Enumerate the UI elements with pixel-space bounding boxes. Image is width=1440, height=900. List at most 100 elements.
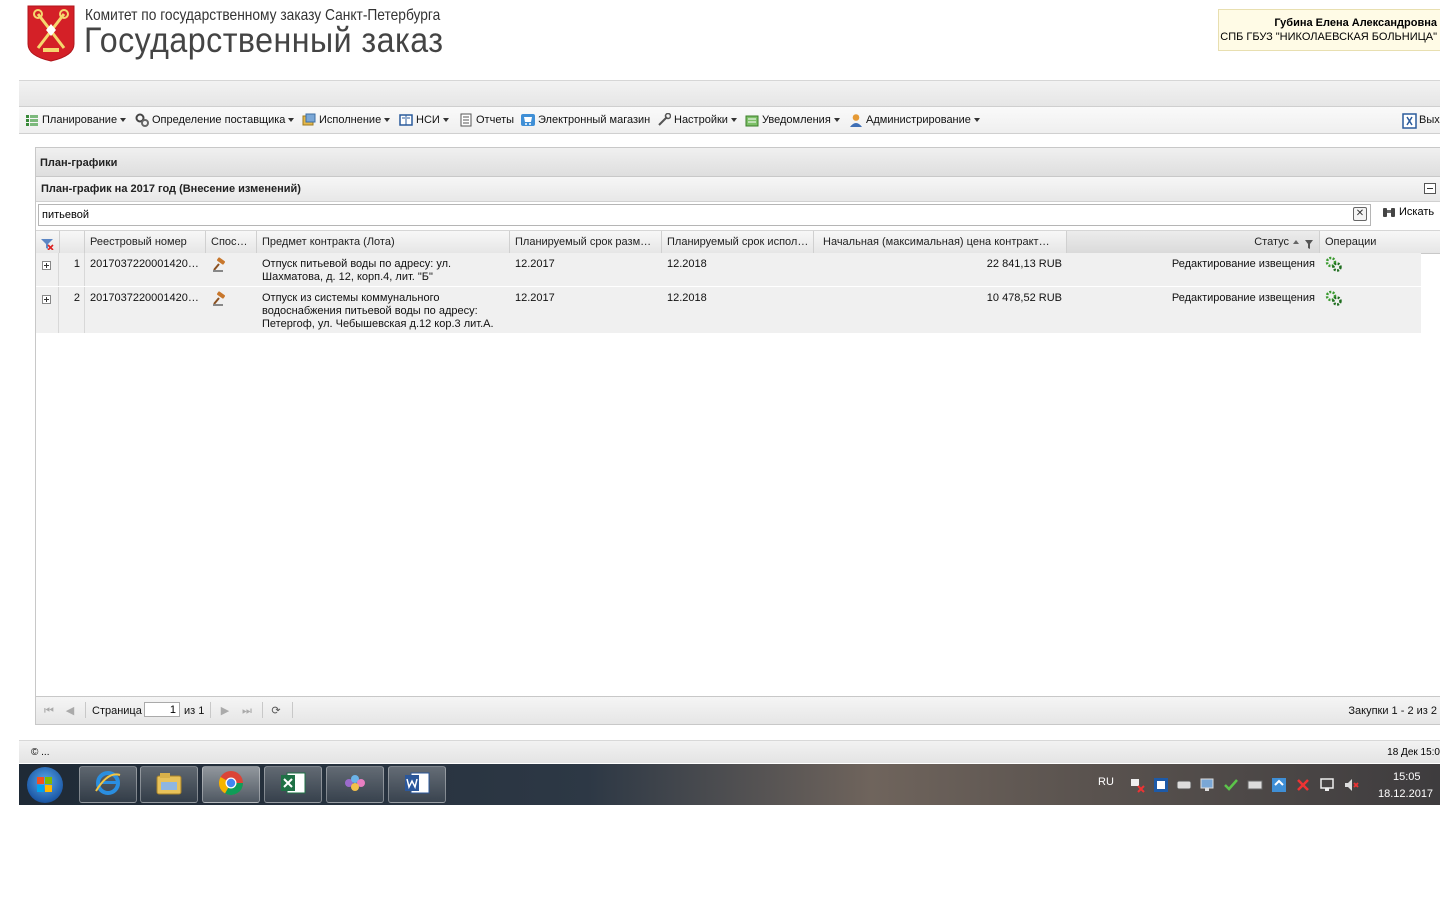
menu-item-reports[interactable]: Отчеты — [459, 112, 514, 128]
refresh-icon[interactable]: ⟳ — [270, 705, 282, 717]
clear-filter-button[interactable] — [36, 231, 60, 253]
taskbar-word[interactable] — [388, 766, 446, 803]
column-header-execution[interactable]: Планируемый срок испол… — [662, 231, 814, 253]
status-text: Редактирование извещения — [1171, 258, 1315, 270]
tray-network-icon[interactable] — [1319, 777, 1335, 793]
status-text: Редактирование извещения — [1171, 292, 1315, 304]
word-icon — [403, 770, 431, 799]
last-page-icon[interactable]: ⏭ — [241, 705, 253, 717]
placement-date: 12.2017 — [515, 258, 555, 270]
language-indicator[interactable]: RU — [1098, 776, 1114, 788]
tray-check-icon[interactable] — [1223, 777, 1239, 793]
tray-update-icon[interactable] — [1271, 777, 1287, 793]
menu-item-notifications[interactable]: Уведомления — [745, 112, 840, 128]
user-name: Губина Елена Александровна — [1274, 17, 1437, 29]
menu-item-label: Определение поставщика — [152, 114, 286, 126]
tray-app-icon[interactable] — [1153, 777, 1169, 793]
menu-item-label: Электронный магазин — [538, 114, 651, 126]
plan-schedules-panel: План-графики План-график на 2017 год (Вн… — [35, 147, 1440, 725]
sort-asc-icon — [1293, 240, 1299, 244]
column-header-status[interactable]: Статус — [1067, 231, 1320, 253]
user-icon — [849, 113, 863, 127]
menu-item-label: Исполнение — [319, 114, 382, 126]
page-number-input[interactable] — [144, 702, 180, 717]
execution-icon — [302, 113, 316, 127]
app-flowers-icon — [341, 771, 369, 798]
subject-line: Отпуск питьевой воды по адресу: ул. — [262, 258, 452, 270]
operations-icon[interactable] — [1325, 290, 1343, 309]
collapse-icon[interactable] — [1424, 183, 1436, 194]
cart-icon — [521, 113, 535, 127]
tray-device-icon[interactable] — [1176, 777, 1192, 793]
column-header-operations[interactable]: Операции — [1320, 231, 1440, 253]
reg-number[interactable]: 2017037220001420… — [90, 292, 199, 304]
tray-action-center-icon[interactable] — [1295, 777, 1311, 793]
menu-item-label: Отчеты — [476, 114, 515, 126]
user-organization: СПБ ГБУЗ "НИКОЛАЕВСКАЯ БОЛЬНИЦА" — [1220, 31, 1437, 43]
contract-price: 10 478,52 RUB — [986, 292, 1062, 304]
column-header-price[interactable]: Начальная (максимальная) цена контракт… — [814, 231, 1067, 253]
search-box: ✕ — [38, 204, 1371, 226]
records-summary: Закупки 1 - 2 из 2 — [1348, 705, 1437, 717]
exit-icon — [1402, 113, 1417, 129]
exit-button[interactable]: Вых — [1402, 112, 1440, 129]
placement-date: 12.2017 — [515, 292, 555, 304]
exit-label: Вых — [1419, 114, 1440, 126]
menu-item-administration[interactable]: Администрирование — [849, 112, 980, 128]
prev-page-icon[interactable]: ◀ — [64, 705, 76, 717]
filter-icon[interactable] — [1304, 236, 1314, 253]
menu-item-planning[interactable]: Планирование — [25, 112, 127, 128]
volume-muted-icon[interactable] — [1343, 777, 1359, 793]
menu-item-supplier[interactable]: Определение поставщика — [135, 112, 295, 128]
tray-monitor-icon[interactable] — [1200, 777, 1216, 793]
table-row[interactable]: 2 2017037220001420… Отпуск из системы ко… — [36, 287, 1421, 334]
table-row[interactable]: 1 2017037220001420… Отпуск питьевой воды… — [36, 253, 1421, 287]
expand-icon[interactable] — [42, 261, 51, 270]
folder-icon — [155, 770, 183, 799]
taskbar-ie[interactable] — [79, 766, 137, 803]
auction-hammer-icon — [212, 257, 228, 276]
notification-icon — [745, 113, 759, 127]
clear-icon[interactable]: ✕ — [1353, 207, 1367, 221]
chevron-down-icon — [730, 118, 737, 122]
menu-item-label: НСИ — [416, 114, 440, 126]
app-title: Государственный заказ — [84, 21, 444, 60]
column-header-subject[interactable]: Предмет контракта (Лота) — [257, 231, 510, 253]
footer-datetime: 18 Дек 15:0 — [1387, 747, 1440, 758]
subpanel-header: План-график на 2017 год (Внесение измене… — [36, 177, 1440, 202]
search-button[interactable]: Искать — [1382, 206, 1434, 218]
tray-keyboard-icon[interactable] — [1247, 777, 1263, 793]
menu-item-eshop[interactable]: Электронный магазин — [521, 112, 650, 128]
taskbar-explorer[interactable] — [140, 766, 198, 803]
first-page-icon[interactable]: ⏮ — [43, 705, 55, 717]
menu-item-settings[interactable]: Настройки — [657, 112, 737, 128]
clock-date[interactable]: 18.12.2017 — [1378, 788, 1433, 800]
column-header-placement[interactable]: Планируемый срок разм… — [510, 231, 662, 253]
menu-item-nsi[interactable]: НСИ — [399, 112, 449, 128]
next-page-icon[interactable]: ▶ — [219, 705, 231, 717]
operations-icon[interactable] — [1325, 256, 1343, 275]
copyright: © ... — [31, 747, 50, 758]
reg-number[interactable]: 2017037220001420… — [90, 258, 199, 270]
execution-date: 12.2018 — [667, 258, 707, 270]
start-button[interactable] — [27, 767, 63, 803]
taskbar-app[interactable] — [326, 766, 384, 803]
logo — [26, 4, 76, 62]
taskbar-excel[interactable] — [264, 766, 322, 803]
column-header-num[interactable] — [60, 231, 85, 253]
taskbar-chrome[interactable] — [202, 766, 260, 803]
page-count: из 1 — [184, 705, 205, 717]
search-input[interactable] — [42, 207, 1342, 222]
column-header-status-label: Статус — [1254, 236, 1289, 248]
column-header-method[interactable]: Спос… — [206, 231, 257, 253]
user-info[interactable]: Губина Елена Александровна СПБ ГБУЗ "НИК… — [1218, 9, 1440, 51]
clock-time[interactable]: 15:05 — [1393, 771, 1421, 783]
flag-icon[interactable] — [1129, 777, 1145, 793]
expand-icon[interactable] — [42, 295, 51, 304]
search-button-label: Искать — [1399, 206, 1435, 218]
menu-item-execution[interactable]: Исполнение — [302, 112, 391, 128]
row-number: 2 — [73, 292, 80, 304]
column-header-reg-number[interactable]: Реестровый номер — [85, 231, 206, 253]
wrench-icon — [657, 112, 672, 127]
subject-line: Шахматова, д. 12, корп.4, лит. "Б" — [262, 271, 433, 283]
